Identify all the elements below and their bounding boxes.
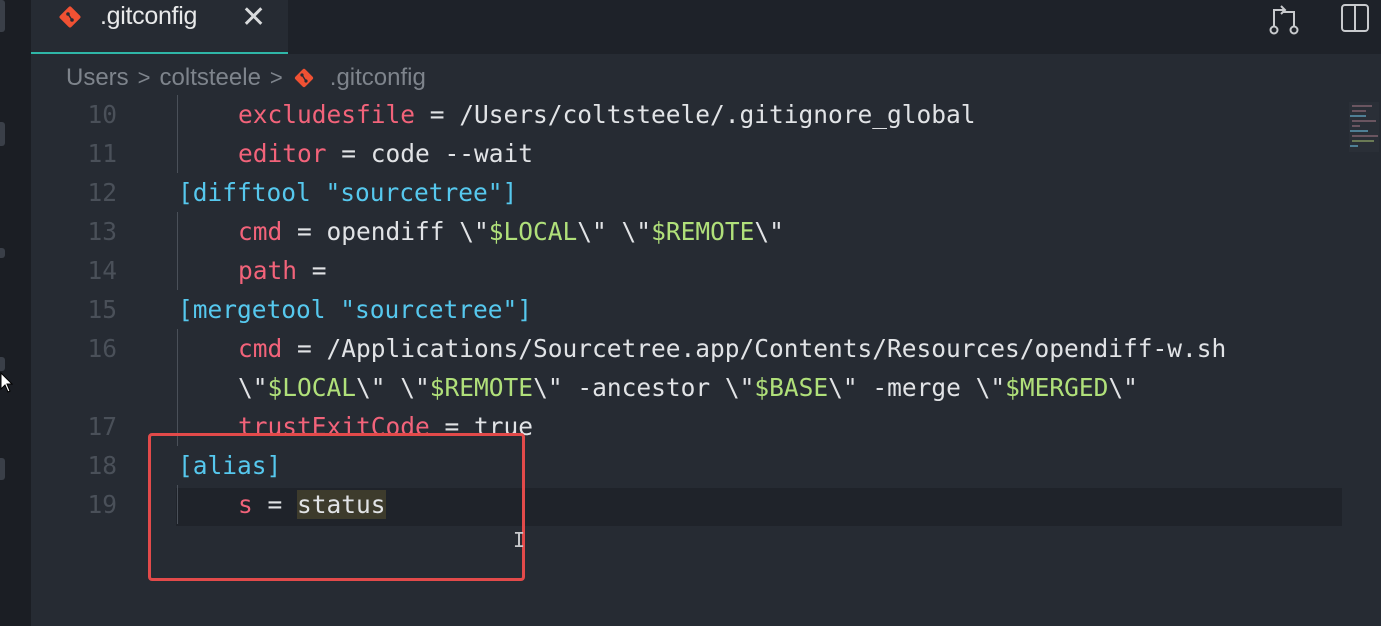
activity-item[interactable] <box>0 458 5 480</box>
open-changes-icon[interactable] <box>1267 2 1301 36</box>
code-token-op: \" \" <box>356 373 430 402</box>
line-number: 19 <box>87 490 117 519</box>
code-text: [mergetool "sourcetree"] <box>178 290 532 329</box>
line-number: 11 <box>87 139 117 168</box>
code-token-key: path <box>238 256 298 285</box>
activity-item[interactable] <box>0 0 5 32</box>
code-token-var: $MERGED <box>1005 373 1109 402</box>
indent-guide <box>177 134 178 173</box>
code-token-op: \" -merge \" <box>828 373 1006 402</box>
git-logo-icon <box>294 68 313 88</box>
code-token-op: = opendiff \" <box>282 217 489 246</box>
code-text: excludesfile = /Users/coltsteele/.gitign… <box>238 95 976 134</box>
code-token-op: \" <box>1108 373 1138 402</box>
indent-guide <box>177 212 178 251</box>
activity-item[interactable] <box>0 248 5 258</box>
code-token-key: cmd <box>238 334 283 363</box>
split-editor-icon[interactable] <box>1339 2 1371 34</box>
close-icon[interactable]: ✕ <box>241 0 266 35</box>
minimap[interactable] <box>1349 102 1379 152</box>
indent-guide <box>177 251 178 290</box>
code-line[interactable]: 14 path = <box>31 251 1361 290</box>
code-token-sec: [difftool "sourcetree"] <box>178 178 518 207</box>
git-logo-icon <box>59 6 81 28</box>
code-token-var: $REMOTE <box>429 373 534 402</box>
indent-guide <box>177 368 178 407</box>
breadcrumb-item-gitconfig[interactable]: .gitconfig <box>330 64 426 92</box>
code-text: cmd = /Applications/Sourcetree.app/Conte… <box>238 329 1226 368</box>
breadcrumb-item-coltsteele[interactable]: coltsteele <box>160 64 261 92</box>
activity-item[interactable] <box>0 357 5 371</box>
text-cursor-icon: I <box>513 528 526 552</box>
mouse-pointer-icon <box>0 372 14 393</box>
code-token-op: = code --wait <box>326 139 534 168</box>
code-token-op: \" <box>754 217 784 246</box>
line-number: 18 <box>87 451 117 480</box>
code-token-key: cmd <box>238 217 283 246</box>
code-token-var: $REMOTE <box>651 217 755 246</box>
code-line[interactable]: 13 cmd = opendiff \"$LOCAL\" \"$REMOTE\" <box>31 212 1361 251</box>
code-token-op: = <box>297 256 327 285</box>
code-token-op: = /Applications/Sourcetree.app/Contents/… <box>282 334 1227 363</box>
indent-guide <box>177 95 178 134</box>
code-line[interactable]: 15 [mergetool "sourcetree"] <box>31 290 1361 329</box>
code-text: cmd = opendiff \"$LOCAL\" \"$REMOTE\" <box>238 212 784 251</box>
code-text: [difftool "sourcetree"] <box>178 173 517 212</box>
code-token-op: \" \" <box>577 217 652 246</box>
code-line[interactable]: 12 [difftool "sourcetree"] <box>31 173 1361 212</box>
code-token-var: $BASE <box>754 373 829 402</box>
indent-guide <box>177 329 178 368</box>
tab-bar: .gitconfig ✕ <box>31 0 1381 54</box>
code-token-op: \" <box>238 373 268 402</box>
code-token-op: \" -ancestor \" <box>533 373 755 402</box>
breadcrumb: Users > coltsteele > .gitconfig <box>66 61 426 95</box>
code-text: path = <box>238 251 327 290</box>
code-text: editor = code --wait <box>238 134 533 173</box>
code-line[interactable]: 16 cmd = /Applications/Sourcetree.app/Con… <box>31 329 1361 368</box>
code-token-key: excludesfile <box>238 100 416 129</box>
line-number: 16 <box>87 334 117 363</box>
code-token-op: = /Users/coltsteele/.gitignore_global <box>415 100 976 129</box>
annotation-highlight-box <box>148 433 525 581</box>
code-token-key: editor <box>238 139 327 168</box>
breadcrumb-separator: > <box>269 65 283 90</box>
line-number: 15 <box>87 295 117 324</box>
tab-gitconfig[interactable]: .gitconfig ✕ <box>31 0 288 54</box>
code-token-sec: [mergetool "sourcetree"] <box>178 295 533 324</box>
code-line[interactable]: \"$LOCAL\" \"$REMOTE\" -ancestor \"$BASE… <box>31 368 1361 407</box>
breadcrumb-separator: > <box>137 65 151 90</box>
code-line[interactable]: 11 editor = code --wait <box>31 134 1361 173</box>
line-number: 14 <box>87 256 117 285</box>
line-number: 12 <box>87 178 117 207</box>
activity-item[interactable] <box>0 122 5 146</box>
code-text: \"$LOCAL\" \"$REMOTE\" -ancestor \"$BASE… <box>238 368 1138 407</box>
activity-bar <box>0 0 31 626</box>
code-token-var: $LOCAL <box>267 373 357 402</box>
line-number: 17 <box>87 412 117 441</box>
code-line[interactable]: 10 excludesfile = /Users/coltsteele/.giti… <box>31 95 1361 134</box>
tab-title: .gitconfig <box>100 2 198 30</box>
line-number: 13 <box>87 217 117 246</box>
line-number: 10 <box>87 100 117 129</box>
code-token-var: $LOCAL <box>488 217 578 246</box>
breadcrumb-item-users[interactable]: Users <box>66 64 129 92</box>
